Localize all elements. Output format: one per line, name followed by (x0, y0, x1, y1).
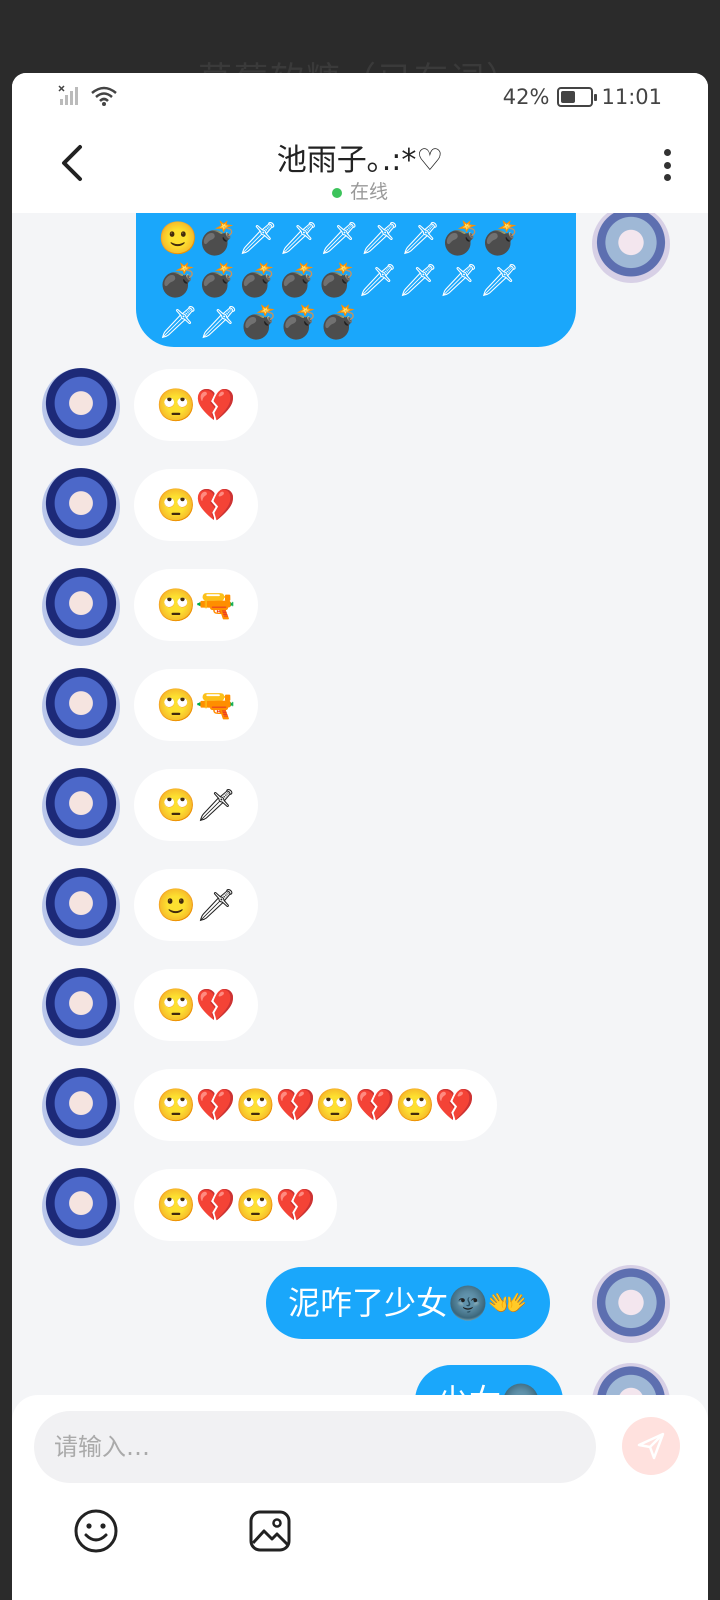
message-bubble-incoming[interactable]: 🙄💔🙄💔 (134, 1169, 338, 1241)
contact-avatar[interactable] (42, 468, 120, 546)
online-status-text: 在线 (349, 181, 388, 203)
contact-avatar[interactable] (42, 668, 120, 746)
message-bubble-incoming[interactable]: 🙄🔫 (134, 569, 258, 641)
image-button[interactable] (246, 1507, 294, 1555)
emoji-button[interactable] (72, 1507, 120, 1555)
more-vertical-icon (663, 149, 671, 156)
contact-avatar[interactable] (42, 968, 120, 1046)
message-bubble-incoming[interactable]: 🙄🗡 (134, 769, 259, 841)
message-bubble-incoming[interactable]: 🙄💔🙄💔🙄💔🙄💔 (134, 1069, 497, 1141)
status-icons-left (58, 85, 118, 107)
contact-avatar[interactable] (42, 568, 120, 646)
signal-icon (58, 85, 78, 105)
online-status: 在线 (12, 177, 708, 204)
send-button[interactable] (622, 1417, 680, 1475)
message-bubble-outgoing[interactable]: 泥咋了少女🌚👐 (266, 1267, 550, 1339)
clock: 11:01 (601, 85, 662, 109)
contact-avatar[interactable] (42, 368, 120, 446)
image-icon (249, 1510, 291, 1552)
my-avatar[interactable] (592, 1265, 670, 1343)
battery-icon (557, 87, 598, 107)
message-bubble-incoming[interactable]: 🙂🗡 (134, 869, 259, 941)
message-bubble-incoming[interactable]: 🙄💔 (134, 469, 258, 541)
message-bubble-incoming[interactable]: 🙄💔 (134, 369, 258, 441)
more-options-button[interactable] (652, 145, 682, 185)
chat-header: 池雨子｡.:*♡ 在线 (12, 123, 708, 213)
status-icons-right: 42% 11:01 (503, 85, 662, 109)
emoji-icon (74, 1509, 118, 1553)
message-input[interactable] (34, 1411, 596, 1483)
battery-percent: 42% (502, 85, 550, 109)
message-list[interactable]: 🙂💣🗡🗡🗡🗡🗡💣💣💣💣💣💣💣🗡🗡🗡🗡🗡🗡💣💣💣 🙄💔 🙄💔 🙄🔫 🙄🔫 🙄🗡 🙂… (12, 213, 708, 1478)
contact-avatar[interactable] (42, 768, 120, 846)
status-bar: 42% 11:01 (12, 73, 708, 123)
message-bubble-incoming[interactable]: 🙄💔 (134, 969, 258, 1041)
contact-avatar[interactable] (42, 1168, 120, 1246)
online-dot-icon (331, 187, 342, 198)
my-avatar[interactable] (592, 213, 670, 283)
background-title: 草莓软糖（已有词） (0, 52, 720, 74)
message-bubble-outgoing[interactable]: 🙂💣🗡🗡🗡🗡🗡💣💣💣💣💣💣💣🗡🗡🗡🗡🗡🗡💣💣💣 (136, 213, 576, 347)
wifi-icon (91, 86, 117, 106)
chat-screen: 42% 11:01 池雨子｡.:*♡ 在线 🙂💣🗡🗡🗡🗡🗡💣💣💣💣💣💣💣🗡🗡🗡🗡… (12, 73, 708, 1600)
send-icon (637, 1432, 665, 1460)
contact-avatar[interactable] (42, 1068, 120, 1146)
message-bubble-incoming[interactable]: 🙄🔫 (134, 669, 258, 741)
contact-avatar[interactable] (42, 868, 120, 946)
contact-name: 池雨子｡.:*♡ (276, 143, 444, 178)
composer-bar (12, 1395, 708, 1600)
